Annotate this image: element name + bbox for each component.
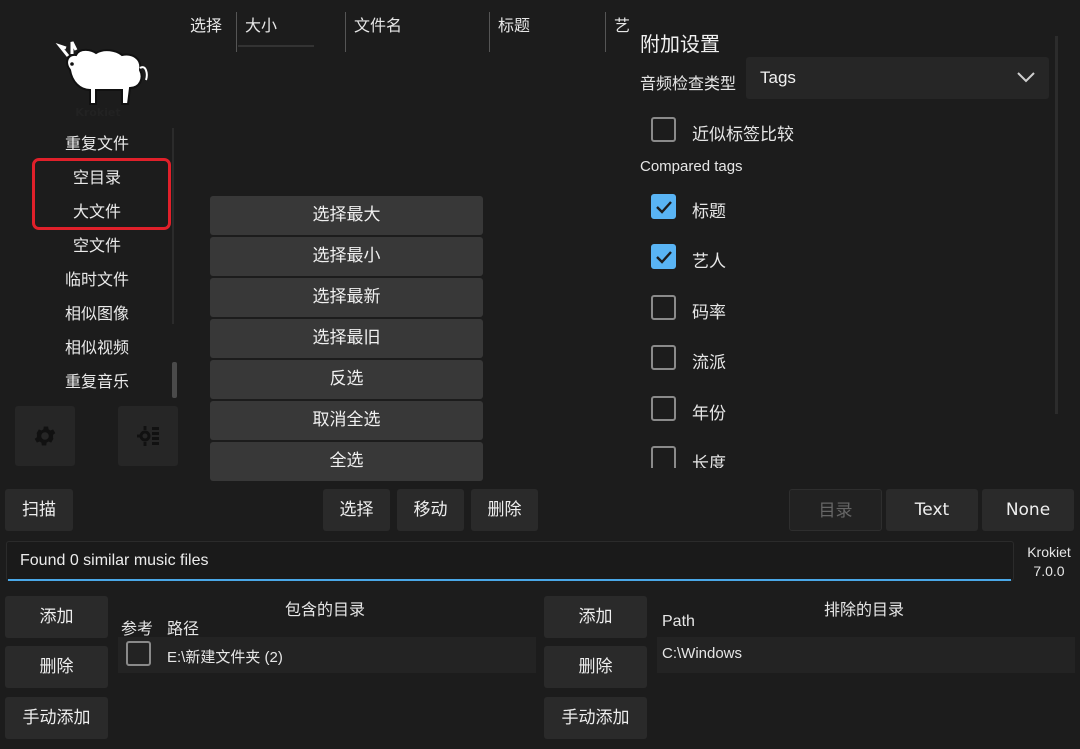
tag-length-label: 长度: [692, 454, 726, 468]
settings-scrollbar[interactable]: [1055, 36, 1058, 414]
approximate-tags-checkbox[interactable]: [651, 117, 676, 142]
sidebar-item-temporary-files[interactable]: 临时文件: [20, 265, 174, 295]
column-separator[interactable]: [605, 12, 606, 52]
included-row-path: E:\新建文件夹 (2): [167, 649, 283, 666]
column-header-size[interactable]: 大小: [245, 12, 277, 36]
included-col-path: 路径: [167, 619, 200, 638]
sidebar-item-duplicate-files[interactable]: 重复文件: [20, 129, 174, 159]
included-remove-button[interactable]: 删除: [5, 646, 108, 688]
tag-title-checkbox[interactable]: [651, 194, 676, 219]
audio-check-type-value: Tags: [760, 68, 796, 87]
menu-select-smallest[interactable]: 选择最小: [210, 237, 483, 276]
approximate-tags-label: 近似标签比较: [692, 125, 794, 145]
gear-icon: [34, 426, 56, 446]
included-directories-title: 包含的目录: [285, 600, 366, 619]
menu-select-all[interactable]: 全选: [210, 442, 483, 481]
app-version: 7.0.0: [1033, 563, 1065, 579]
tag-year-checkbox[interactable]: [651, 396, 676, 421]
column-underline: [238, 45, 314, 47]
tag-genre-checkbox[interactable]: [651, 345, 676, 370]
column-separator[interactable]: [345, 12, 346, 52]
column-header-title[interactable]: 标题: [498, 12, 530, 36]
sidebar-item-similar-images[interactable]: 相似图像: [20, 299, 174, 329]
status-progress-line: [8, 579, 1011, 581]
checkmark-icon: [655, 200, 672, 214]
settings-clip: 长度: [640, 438, 1050, 468]
tag-year-label: 年份: [692, 404, 726, 424]
scan-button[interactable]: 扫描: [5, 489, 73, 531]
logo-text: Krokiet: [75, 106, 121, 119]
sidebar-item-duplicate-music[interactable]: 重复音乐: [20, 367, 174, 397]
excluded-remove-button[interactable]: 删除: [544, 646, 647, 688]
tag-genre-label: 流派: [692, 353, 726, 373]
chevron-down-icon: [1017, 72, 1035, 83]
app-name: Krokiet: [1027, 544, 1071, 560]
included-reference-checkbox[interactable]: [126, 641, 151, 666]
sidebar-item-similar-videos[interactable]: 相似视频: [20, 333, 174, 363]
tag-title-label: 标题: [692, 202, 726, 222]
included-col-reference: 参考: [121, 619, 154, 638]
included-add-button[interactable]: 添加: [5, 596, 108, 638]
status-message: Found 0 similar music files: [20, 552, 209, 569]
menu-invert-selection[interactable]: 反选: [210, 360, 483, 399]
directory-button[interactable]: 目录: [789, 489, 882, 531]
menu-select-biggest[interactable]: 选择最大: [210, 196, 483, 235]
menu-deselect-all[interactable]: 取消全选: [210, 401, 483, 440]
compared-tags-label: Compared tags: [640, 158, 743, 175]
select-button[interactable]: 选择: [323, 489, 390, 531]
excluded-manual-add-button[interactable]: 手动添加: [544, 697, 647, 739]
tag-bitrate-checkbox[interactable]: [651, 295, 676, 320]
tag-length-checkbox[interactable]: [651, 446, 676, 468]
move-button[interactable]: 移动: [397, 489, 464, 531]
column-header-filename[interactable]: 文件名: [354, 12, 402, 36]
menu-select-newest[interactable]: 选择最新: [210, 278, 483, 317]
highlight-box: [32, 158, 171, 230]
tag-bitrate-label: 码率: [692, 303, 726, 323]
settings-title: 附加设置: [640, 32, 720, 56]
excluded-row-path: C:\Windows: [662, 645, 743, 662]
sidebar-item-empty-files[interactable]: 空文件: [20, 231, 174, 261]
delete-button[interactable]: 删除: [471, 489, 538, 531]
settings-button[interactable]: [15, 406, 75, 466]
menu-select-oldest[interactable]: 选择最旧: [210, 319, 483, 358]
checkmark-icon: [655, 250, 672, 264]
tag-artist-label: 艺人: [692, 252, 726, 272]
tools-button[interactable]: [118, 406, 178, 466]
gear-panel-icon: [137, 426, 159, 446]
column-header-artist[interactable]: 艺: [614, 12, 630, 36]
excluded-col-path: Path: [662, 613, 695, 630]
none-button[interactable]: None: [982, 489, 1074, 531]
audio-check-type-label: 音频检查类型: [640, 74, 737, 93]
column-header-select[interactable]: 选择: [190, 12, 222, 36]
column-separator[interactable]: [236, 12, 237, 52]
tag-artist-checkbox[interactable]: [651, 244, 676, 269]
excluded-add-button[interactable]: 添加: [544, 596, 647, 638]
text-button[interactable]: Text: [886, 489, 978, 531]
column-separator[interactable]: [489, 12, 490, 52]
excluded-directories-title: 排除的目录: [824, 600, 905, 619]
included-manual-add-button[interactable]: 手动添加: [5, 697, 108, 739]
